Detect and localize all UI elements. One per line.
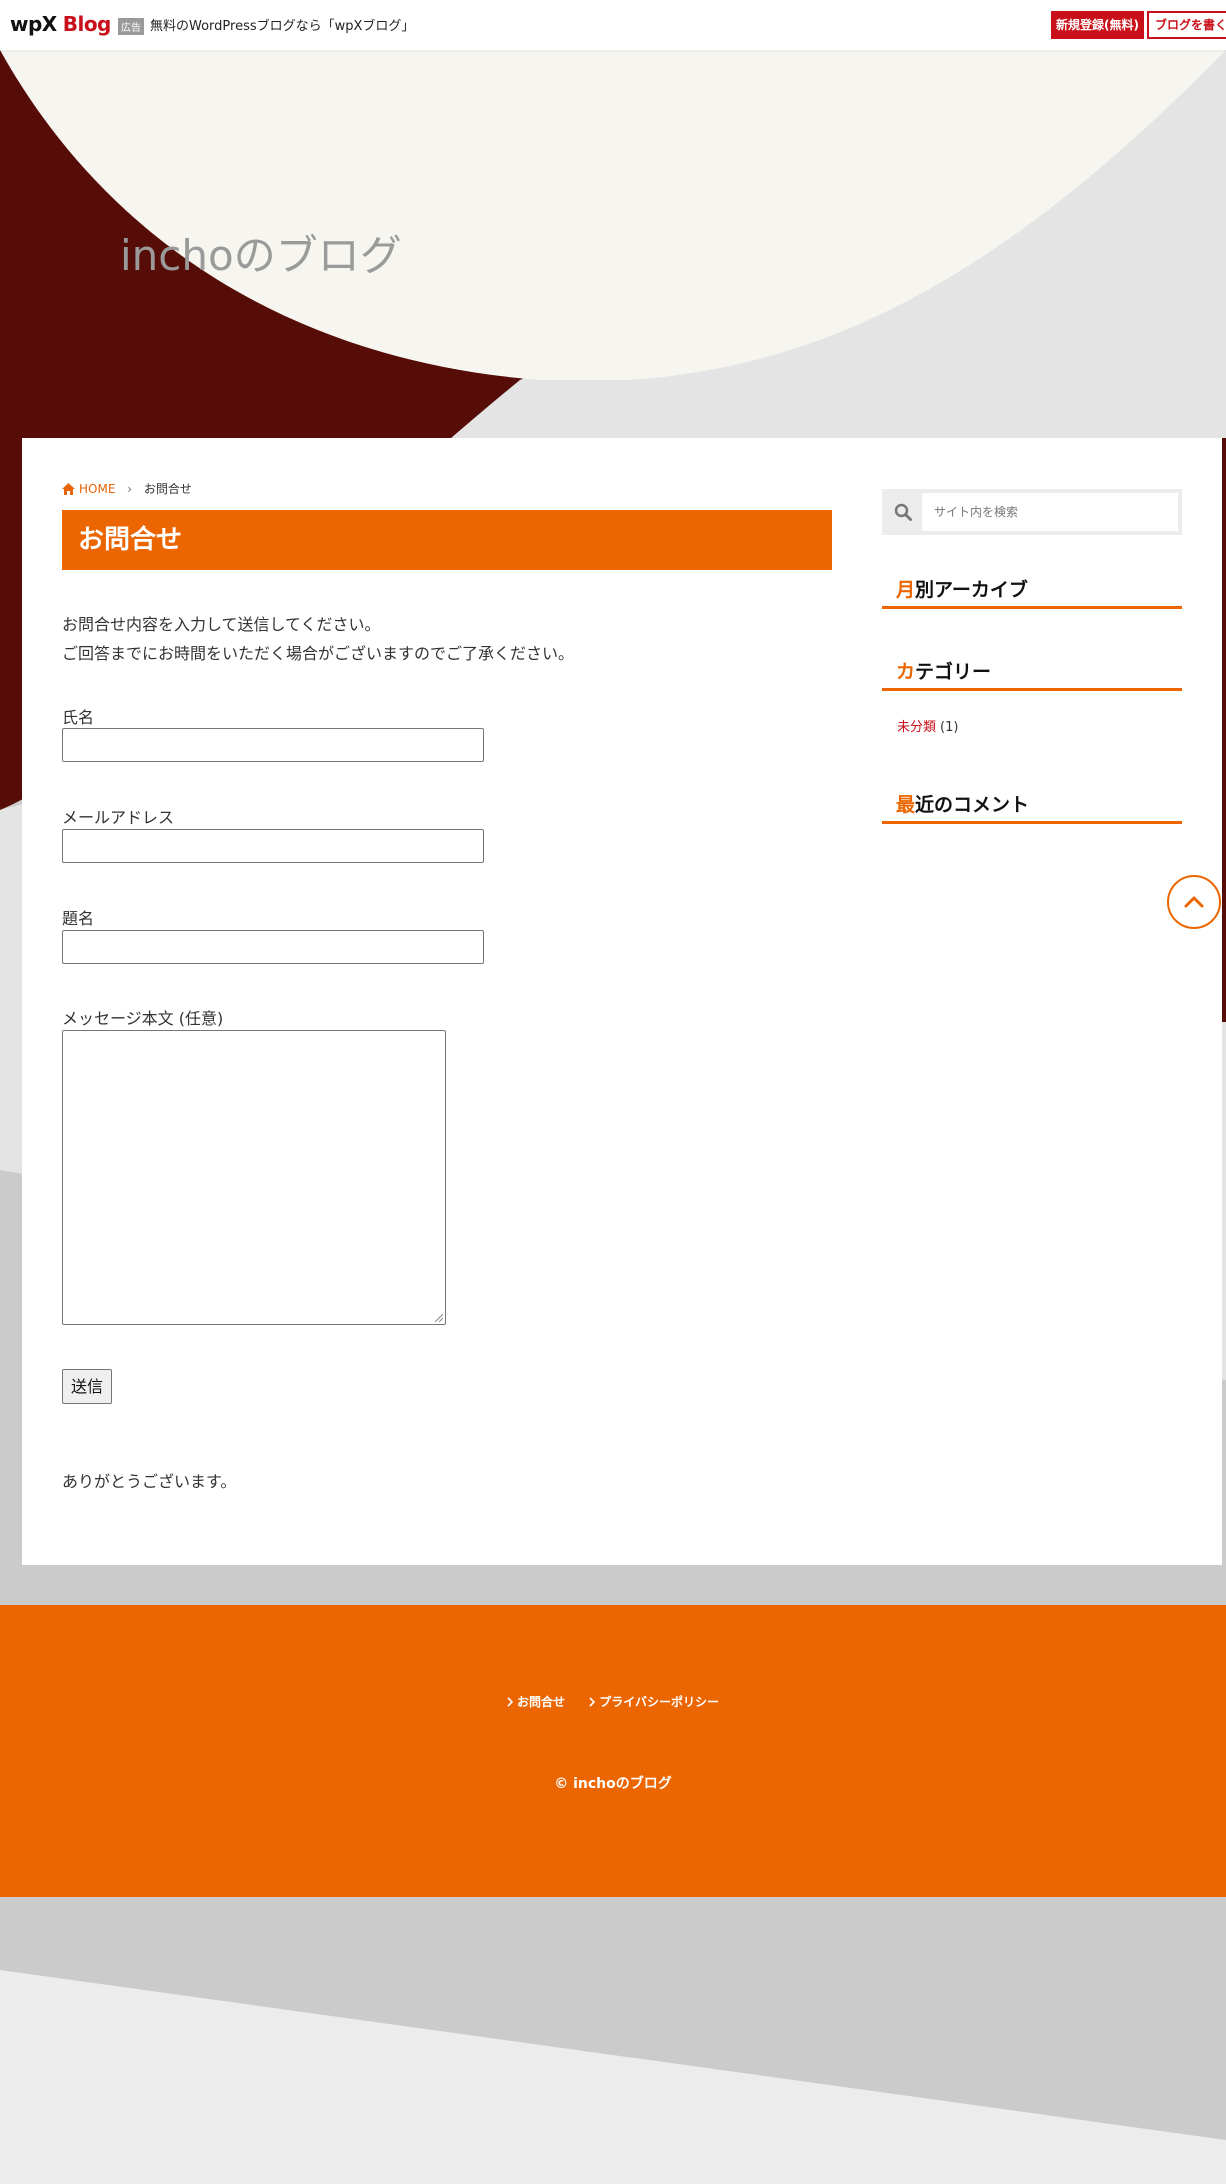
category-link-uncategorized[interactable]: 未分類 xyxy=(897,720,936,735)
archive-widget-title: 月別アーカイブ xyxy=(882,573,1182,609)
comments-widget-title: 最近のコメント xyxy=(882,788,1182,824)
ad-bar: wpX Blog 広告 無料のWordPressブログなら「wpXブログ」 新規登… xyxy=(0,0,1226,50)
breadcrumb-home-label: HOME xyxy=(79,482,116,496)
footer-link-contact-label: お問合せ xyxy=(517,1695,566,1709)
site-title[interactable]: inchoのブログ xyxy=(120,222,402,283)
category-widget-title: カテゴリー xyxy=(882,655,1182,691)
name-input[interactable] xyxy=(62,728,484,762)
subject-input[interactable] xyxy=(62,930,484,964)
signup-button[interactable]: 新規登録(無料) xyxy=(1051,11,1144,39)
search-input[interactable]: サイト内を検索 xyxy=(922,493,1178,531)
footer-nav: お問合せ プライバシーポリシー xyxy=(0,1693,1226,1710)
search-icon[interactable] xyxy=(894,503,912,521)
submit-button[interactable]: 送信 xyxy=(62,1369,112,1404)
archive-title-first: 月 xyxy=(896,579,916,601)
breadcrumb-home[interactable]: HOME xyxy=(62,482,119,496)
write-blog-button[interactable]: ブログを書く xyxy=(1147,11,1226,39)
chevron-up-icon xyxy=(1184,896,1204,908)
breadcrumb-current: お問合せ xyxy=(143,482,192,496)
archive-title-rest: 別アーカイブ xyxy=(915,579,1028,601)
footer-link-privacy[interactable]: プライバシーポリシー xyxy=(589,1695,719,1709)
email-input[interactable] xyxy=(62,829,484,863)
category-title-first: カ xyxy=(896,661,916,683)
intro-line-2: ご回答までにお時間をいただく場合がございますのでご了承ください。 xyxy=(62,644,575,663)
search-box: サイト内を検索 xyxy=(882,489,1182,535)
ad-badge: 広告 xyxy=(118,18,144,35)
subject-label: 題名 xyxy=(62,909,95,928)
logo-wp-text: wpX xyxy=(10,12,57,36)
logo-blog-text: Blog xyxy=(62,12,112,36)
intro-line-1: お問合せ内容を入力して送信してください。 xyxy=(62,615,381,634)
footer-link-contact[interactable]: お問合せ xyxy=(507,1695,565,1709)
page-heading: お問合せ xyxy=(62,510,832,570)
message-textarea[interactable] xyxy=(62,1030,446,1325)
breadcrumb: HOME › お問合せ xyxy=(62,480,192,497)
main-content: HOME › お問合せ お問合せ お問合せ内容を入力して送信してください。 ご回… xyxy=(22,438,1222,1565)
ad-promo-link[interactable]: 無料のWordPressブログなら「wpXブログ」 xyxy=(150,15,414,34)
footer: お問合せ プライバシーポリシー © inchoのブログ xyxy=(0,1605,1226,1897)
chevron-right-icon xyxy=(589,1697,596,1707)
wpx-blog-logo[interactable]: wpX Blog xyxy=(10,12,111,36)
chevron-right-icon xyxy=(507,1697,514,1707)
comments-title-rest: 近のコメント xyxy=(915,794,1030,816)
comments-title-first: 最 xyxy=(896,794,916,816)
copyright: © inchoのブログ xyxy=(554,1776,672,1792)
resize-handle-icon[interactable] xyxy=(435,1314,443,1322)
email-label: メールアドレス xyxy=(62,808,175,827)
home-icon xyxy=(62,483,75,495)
chevron-right-icon: › xyxy=(127,482,133,496)
footer-link-privacy-label: プライバシーポリシー xyxy=(599,1695,719,1709)
category-count: (1) xyxy=(940,720,959,735)
page-top-button[interactable] xyxy=(1167,875,1221,929)
category-item: 未分類 (1) xyxy=(897,716,958,735)
name-label: 氏名 xyxy=(62,708,95,727)
message-label: メッセージ本文 (任意) xyxy=(62,1009,224,1028)
intro-text: お問合せ内容を入力して送信してください。 ご回答までにお時間をいただく場合がござ… xyxy=(62,610,574,668)
category-title-rest: テゴリー xyxy=(915,661,992,683)
thanks-text: ありがとうございます。 xyxy=(62,1472,237,1491)
